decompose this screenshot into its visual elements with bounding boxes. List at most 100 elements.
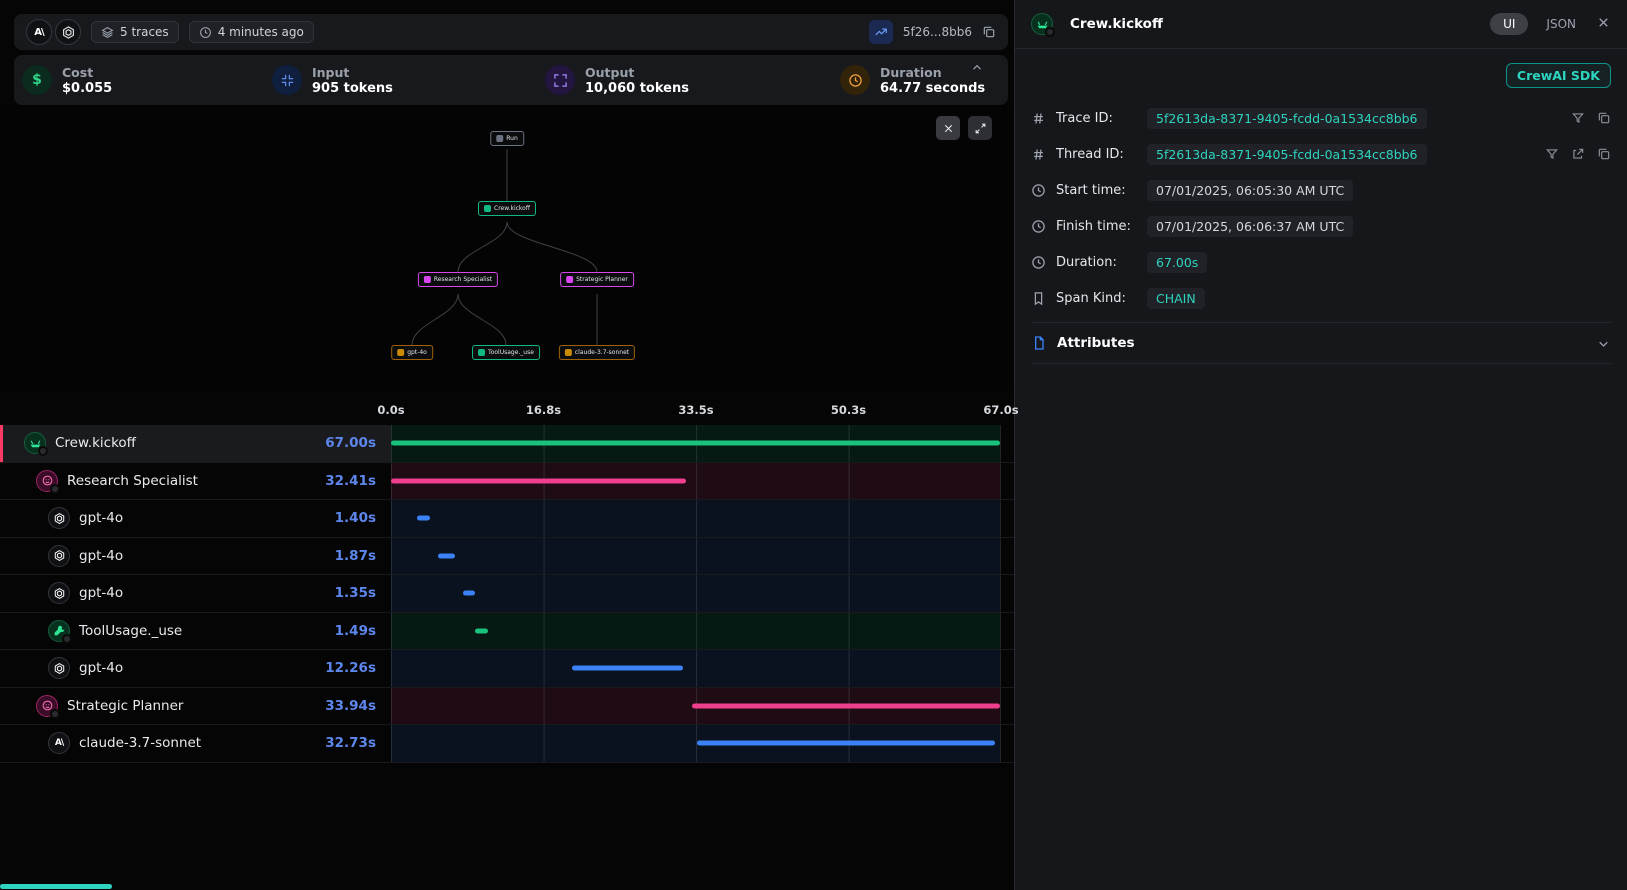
- details-header: Crew.kickoff UI JSON: [1015, 0, 1627, 49]
- bookmark-icon: [1031, 291, 1047, 306]
- copy-icon[interactable]: [982, 25, 996, 39]
- tab-ui[interactable]: UI: [1490, 13, 1528, 35]
- stat-value: 10,060 tokens: [585, 81, 689, 96]
- node-label: Strategic Planner: [576, 276, 628, 283]
- time-ago-badge[interactable]: 4 minutes ago: [189, 21, 314, 43]
- span-duration: 32.73s: [325, 735, 391, 751]
- horizontal-scrollbar[interactable]: [0, 884, 112, 889]
- time-tick: 67.0s: [983, 403, 1018, 417]
- node-icon: [565, 349, 572, 356]
- stat-label: Cost: [62, 65, 112, 80]
- provider-badge: [1045, 27, 1055, 37]
- collapse-stats-chevron-icon[interactable]: [970, 61, 984, 79]
- span-bar[interactable]: [417, 516, 430, 521]
- stat-value: $0.055: [62, 81, 112, 96]
- agent-icon: [36, 695, 58, 717]
- field-value[interactable]: 07/01/2025, 06:06:37 AM UTC: [1147, 216, 1353, 237]
- span-name: gpt-4o: [79, 660, 123, 676]
- graph-node[interactable]: ToolUsage._use: [472, 345, 540, 360]
- copy-icon[interactable]: [1597, 111, 1611, 125]
- details-title: Crew.kickoff: [1070, 16, 1163, 32]
- traces-count-label: 5 traces: [120, 25, 169, 39]
- span-bar[interactable]: [697, 741, 995, 746]
- field-value[interactable]: 67.00s: [1147, 252, 1207, 273]
- crewai-icon: [1031, 13, 1053, 35]
- graph-node[interactable]: claude-3.7-sonnet: [559, 345, 635, 360]
- span-name: ToolUsage._use: [79, 623, 182, 639]
- trace-graph[interactable]: Run Crew.kickoff Research Specialist Strate…: [0, 105, 1014, 386]
- time-axis: 0.0s16.8s33.5s50.3s67.0s: [0, 386, 1014, 425]
- copy-icon[interactable]: [1597, 147, 1611, 161]
- span-duration: 1.35s: [335, 585, 391, 601]
- external-icon[interactable]: [1571, 147, 1585, 161]
- span-name: gpt-4o: [79, 548, 123, 564]
- span-bar[interactable]: [572, 666, 683, 671]
- provider-badge: [38, 446, 48, 456]
- sdk-badge[interactable]: CrewAI SDK: [1506, 63, 1611, 88]
- timeline-row[interactable]: Crew.kickoff67.00s: [0, 425, 1014, 463]
- graph-node[interactable]: gpt-4o: [391, 345, 433, 360]
- timeline-row[interactable]: gpt-4o1.35s: [0, 575, 1014, 613]
- openai-logo-icon: [55, 19, 81, 45]
- detail-field: Start time:07/01/2025, 06:05:30 AM UTC: [1031, 172, 1611, 208]
- close-panel-icon[interactable]: [1596, 15, 1611, 34]
- trend-icon[interactable]: [869, 20, 893, 44]
- timeline-row[interactable]: A\claude-3.7-sonnet32.73s: [0, 725, 1014, 763]
- timeline-row[interactable]: gpt-4o 1.87s: [0, 538, 1014, 576]
- timeline: 0.0s16.8s33.5s50.3s67.0s Crew.kickoff67.…: [0, 386, 1014, 763]
- span-bar[interactable]: [438, 553, 455, 558]
- provider-badge: [62, 634, 72, 644]
- span-bar[interactable]: [475, 628, 489, 633]
- span-name: Research Specialist: [67, 473, 198, 489]
- node-icon: [397, 349, 404, 356]
- span-bar[interactable]: [391, 441, 1000, 446]
- span-bar[interactable]: [391, 478, 686, 483]
- openai-logo-icon: [48, 657, 70, 679]
- span-duration: 1.49s: [335, 623, 391, 639]
- chevron-down-icon: [1596, 336, 1611, 351]
- timeline-row[interactable]: Research Specialist 32.41s: [0, 463, 1014, 501]
- stat-label: Output: [585, 65, 689, 80]
- traces-count-badge[interactable]: 5 traces: [91, 21, 179, 43]
- detail-field: Trace ID:5f2613da-8371-9405-fcdd-0a1534c…: [1031, 100, 1611, 136]
- timeline-row[interactable]: gpt-4o12.26s: [0, 650, 1014, 688]
- span-bar[interactable]: [692, 703, 1000, 708]
- stat-label: Input: [312, 65, 393, 80]
- graph-node[interactable]: Run: [490, 131, 524, 146]
- field-value[interactable]: 5f2613da-8371-9405-fcdd-0a1534cc8bb6: [1147, 144, 1427, 165]
- span-duration: 67.00s: [325, 435, 391, 451]
- openai-logo-icon: [48, 507, 70, 529]
- anthropic-logo-icon: A\: [26, 19, 52, 45]
- graph-node[interactable]: Strategic Planner: [560, 272, 634, 287]
- node-icon: [424, 276, 431, 283]
- graph-node[interactable]: Crew.kickoff: [478, 201, 536, 216]
- graph-node[interactable]: Research Specialist: [418, 272, 498, 287]
- hash-icon: [1031, 147, 1047, 162]
- filter-icon[interactable]: [1571, 111, 1585, 125]
- timeline-row[interactable]: ToolUsage._use 1.49s: [0, 613, 1014, 651]
- node-label: ToolUsage._use: [488, 349, 534, 356]
- field-value[interactable]: 5f2613da-8371-9405-fcdd-0a1534cc8bb6: [1147, 108, 1427, 129]
- span-duration: 1.87s: [335, 548, 391, 564]
- detail-field: Thread ID:5f2613da-8371-9405-fcdd-0a1534…: [1031, 136, 1611, 172]
- attributes-section[interactable]: Attributes: [1031, 322, 1611, 364]
- expand-graph-button[interactable]: [968, 116, 992, 140]
- input-tokens-icon: [272, 65, 302, 95]
- close-graph-button[interactable]: [936, 116, 960, 140]
- timeline-row[interactable]: Strategic Planner33.94s: [0, 688, 1014, 726]
- openai-logo-icon: [48, 582, 70, 604]
- timeline-row[interactable]: gpt-4o1.40s: [0, 500, 1014, 538]
- span-bar[interactable]: [463, 591, 475, 596]
- field-value[interactable]: CHAIN: [1147, 288, 1205, 309]
- detail-field: Finish time:07/01/2025, 06:06:37 AM UTC: [1031, 208, 1611, 244]
- time-tick: 16.8s: [526, 403, 561, 417]
- stat-cost: $ Cost$0.055: [22, 65, 272, 96]
- span-duration: 32.41s: [325, 473, 391, 489]
- filter-icon[interactable]: [1545, 147, 1559, 161]
- tab-json[interactable]: JSON: [1546, 17, 1576, 31]
- field-value[interactable]: 07/01/2025, 06:05:30 AM UTC: [1147, 180, 1353, 201]
- node-icon: [566, 276, 573, 283]
- stat-input: Input905 tokens: [272, 65, 545, 96]
- stat-value: 64.77 seconds: [880, 81, 985, 96]
- main-panel: A\ 5 traces 4 minutes ago 5f26...8bb6: [0, 0, 1014, 890]
